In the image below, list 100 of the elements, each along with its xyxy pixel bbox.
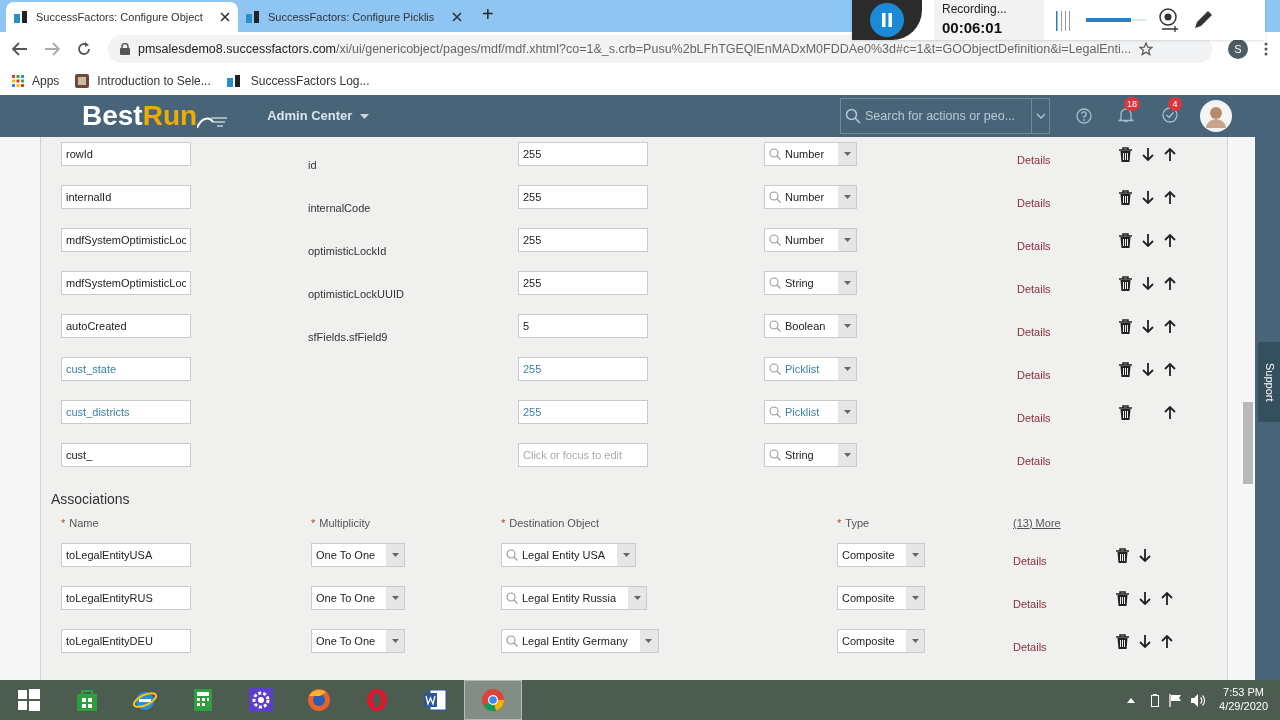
trash-icon[interactable] — [1116, 634, 1129, 649]
multiplicity-dropdown[interactable]: One To One — [311, 543, 405, 567]
arrow-up-icon[interactable] — [1160, 592, 1173, 605]
bookmark-item[interactable]: SuccessFactors Log... — [226, 71, 370, 90]
arrow-down-icon[interactable] — [1141, 148, 1154, 161]
type-dropdown[interactable]: Number — [764, 228, 857, 252]
arrow-down-icon[interactable] — [1138, 592, 1151, 605]
arrow-down-icon[interactable] — [1141, 191, 1154, 204]
field-name-input[interactable]: autoCreated — [61, 314, 191, 338]
trash-icon[interactable] — [1116, 548, 1129, 563]
arrow-down-icon[interactable] — [1141, 320, 1154, 333]
details-link[interactable]: Details — [1017, 154, 1051, 166]
trash-icon[interactable] — [1119, 405, 1132, 420]
field-name-input[interactable]: cust_districts — [61, 400, 191, 424]
more-link[interactable]: (13) More — [1013, 514, 1227, 532]
length-input[interactable]: Click or focus to edit — [518, 443, 648, 467]
chevron-down-icon[interactable] — [1035, 113, 1046, 119]
fox-globe-icon[interactable] — [306, 687, 332, 713]
trash-icon[interactable] — [1119, 190, 1132, 205]
arrow-down-icon[interactable] — [1138, 549, 1151, 562]
association-type-dropdown[interactable]: Composite — [837, 629, 925, 653]
length-input[interactable]: 255 — [518, 228, 648, 252]
arrow-down-icon[interactable] — [1141, 363, 1154, 376]
clock-time[interactable]: 7:53 PM — [1223, 686, 1264, 700]
association-name-input[interactable]: toLegalEntityDEU — [61, 629, 191, 653]
type-dropdown[interactable]: Picklist — [764, 357, 857, 381]
arrow-up-icon[interactable] — [1163, 277, 1176, 290]
back-icon[interactable] — [12, 42, 28, 56]
bestrun-logo[interactable]: BestRun — [82, 102, 228, 130]
field-name-input[interactable]: mdfSystemOptimisticLoc — [61, 271, 191, 295]
details-link[interactable]: Details — [1017, 197, 1051, 209]
bell-icon[interactable] — [1118, 107, 1134, 123]
arrow-up-icon[interactable] — [1163, 406, 1176, 419]
arrow-up-icon[interactable] — [1163, 148, 1176, 161]
arrow-up-icon[interactable] — [1163, 320, 1176, 333]
multiplicity-dropdown[interactable]: One To One — [311, 586, 405, 610]
settings-icon[interactable] — [248, 687, 274, 713]
field-name-input[interactable]: rowId — [61, 142, 191, 166]
trash-icon[interactable] — [1119, 362, 1132, 377]
field-name-input[interactable]: mdfSystemOptimisticLoc — [61, 228, 191, 252]
destination-object-dropdown[interactable]: Legal Entity Russia — [501, 586, 648, 610]
destination-object-dropdown[interactable]: Legal Entity USA — [501, 543, 637, 567]
flag-icon[interactable] — [1169, 693, 1184, 707]
speaker-icon[interactable] — [1191, 693, 1208, 707]
type-dropdown[interactable]: Picklist — [764, 400, 857, 424]
battery-icon[interactable] — [1151, 693, 1160, 707]
arrow-down-icon[interactable] — [1141, 277, 1154, 290]
chrome-ball-icon[interactable] — [480, 687, 506, 713]
length-input[interactable]: 255 — [518, 271, 648, 295]
close-icon[interactable] — [220, 12, 230, 22]
bookmark-item[interactable]: Apps — [12, 71, 60, 90]
details-link[interactable]: Details — [1017, 240, 1051, 252]
browser-tab[interactable]: SuccessFactors: Configure Object — [6, 2, 238, 32]
association-name-input[interactable]: toLegalEntityRUS — [61, 586, 191, 610]
support-tab[interactable]: Support — [1258, 342, 1280, 422]
arrow-down-icon[interactable] — [1138, 635, 1151, 648]
arrow-up-icon[interactable] — [1163, 363, 1176, 376]
type-dropdown[interactable]: Number — [764, 185, 857, 209]
length-input[interactable]: 5 — [518, 314, 648, 338]
type-dropdown[interactable]: Number — [764, 142, 857, 166]
details-link[interactable]: Details — [1013, 598, 1047, 610]
destination-object-dropdown[interactable]: Legal Entity Germany — [501, 629, 659, 653]
field-name-input[interactable]: cust_state — [61, 357, 191, 381]
field-name-input[interactable]: cust_ — [61, 443, 191, 467]
details-link[interactable]: Details — [1017, 412, 1051, 424]
scrollbar-thumb[interactable] — [1243, 402, 1253, 484]
bookmark-item[interactable]: Introduction to Sele... — [75, 71, 211, 90]
help-icon[interactable] — [1076, 108, 1092, 124]
details-link[interactable]: Details — [1017, 369, 1051, 381]
type-dropdown[interactable]: String — [764, 443, 857, 467]
trash-icon[interactable] — [1119, 233, 1132, 248]
arrow-up-icon[interactable] — [1163, 234, 1176, 247]
details-link[interactable]: Details — [1013, 555, 1047, 567]
close-icon[interactable] — [452, 12, 462, 22]
arrow-up-icon[interactable] — [1163, 191, 1176, 204]
pause-button[interactable] — [870, 3, 904, 37]
search-field[interactable]: Search for actions or peo... — [865, 106, 1027, 126]
webcam-icon[interactable] — [1158, 8, 1180, 32]
star-icon[interactable] — [1139, 42, 1154, 56]
clock-date[interactable]: 4/29/2020 — [1219, 700, 1268, 714]
trash-icon[interactable] — [1119, 147, 1132, 162]
address-bar[interactable]: pmsalesdemo8.successfactors.com/xi/ui/genericobject/pages/mdf/mdf.xhtml?co=1&_s.crb=Pusu%2bLFhTGEQlEnMADxM0FDDAe0%3d#c=1&t=GOObjectDefinition&i=LegalEnti... — [108, 35, 1212, 63]
field-name-input[interactable]: internalId — [61, 185, 191, 209]
more-icon[interactable] — [1264, 42, 1268, 56]
length-input[interactable]: 255 — [518, 357, 648, 381]
details-link[interactable]: Details — [1017, 455, 1051, 467]
trash-icon[interactable] — [1116, 591, 1129, 606]
length-input[interactable]: 255 — [518, 400, 648, 424]
details-link[interactable]: Details — [1017, 283, 1051, 295]
details-link[interactable]: Details — [1013, 641, 1047, 653]
association-type-dropdown[interactable]: Composite — [837, 543, 925, 567]
length-input[interactable]: 255 — [518, 142, 648, 166]
search-bar[interactable]: Search for actions or peo... — [840, 98, 1050, 134]
new-tab-button[interactable]: + — [482, 0, 494, 29]
length-input[interactable]: 255 — [518, 185, 648, 209]
arrow-up-icon[interactable] — [1160, 635, 1173, 648]
admin-center-menu[interactable]: Admin Center — [267, 106, 370, 126]
document-w-icon[interactable] — [422, 687, 448, 713]
profile-avatar[interactable]: S — [1228, 39, 1248, 59]
multiplicity-dropdown[interactable]: One To One — [311, 629, 405, 653]
